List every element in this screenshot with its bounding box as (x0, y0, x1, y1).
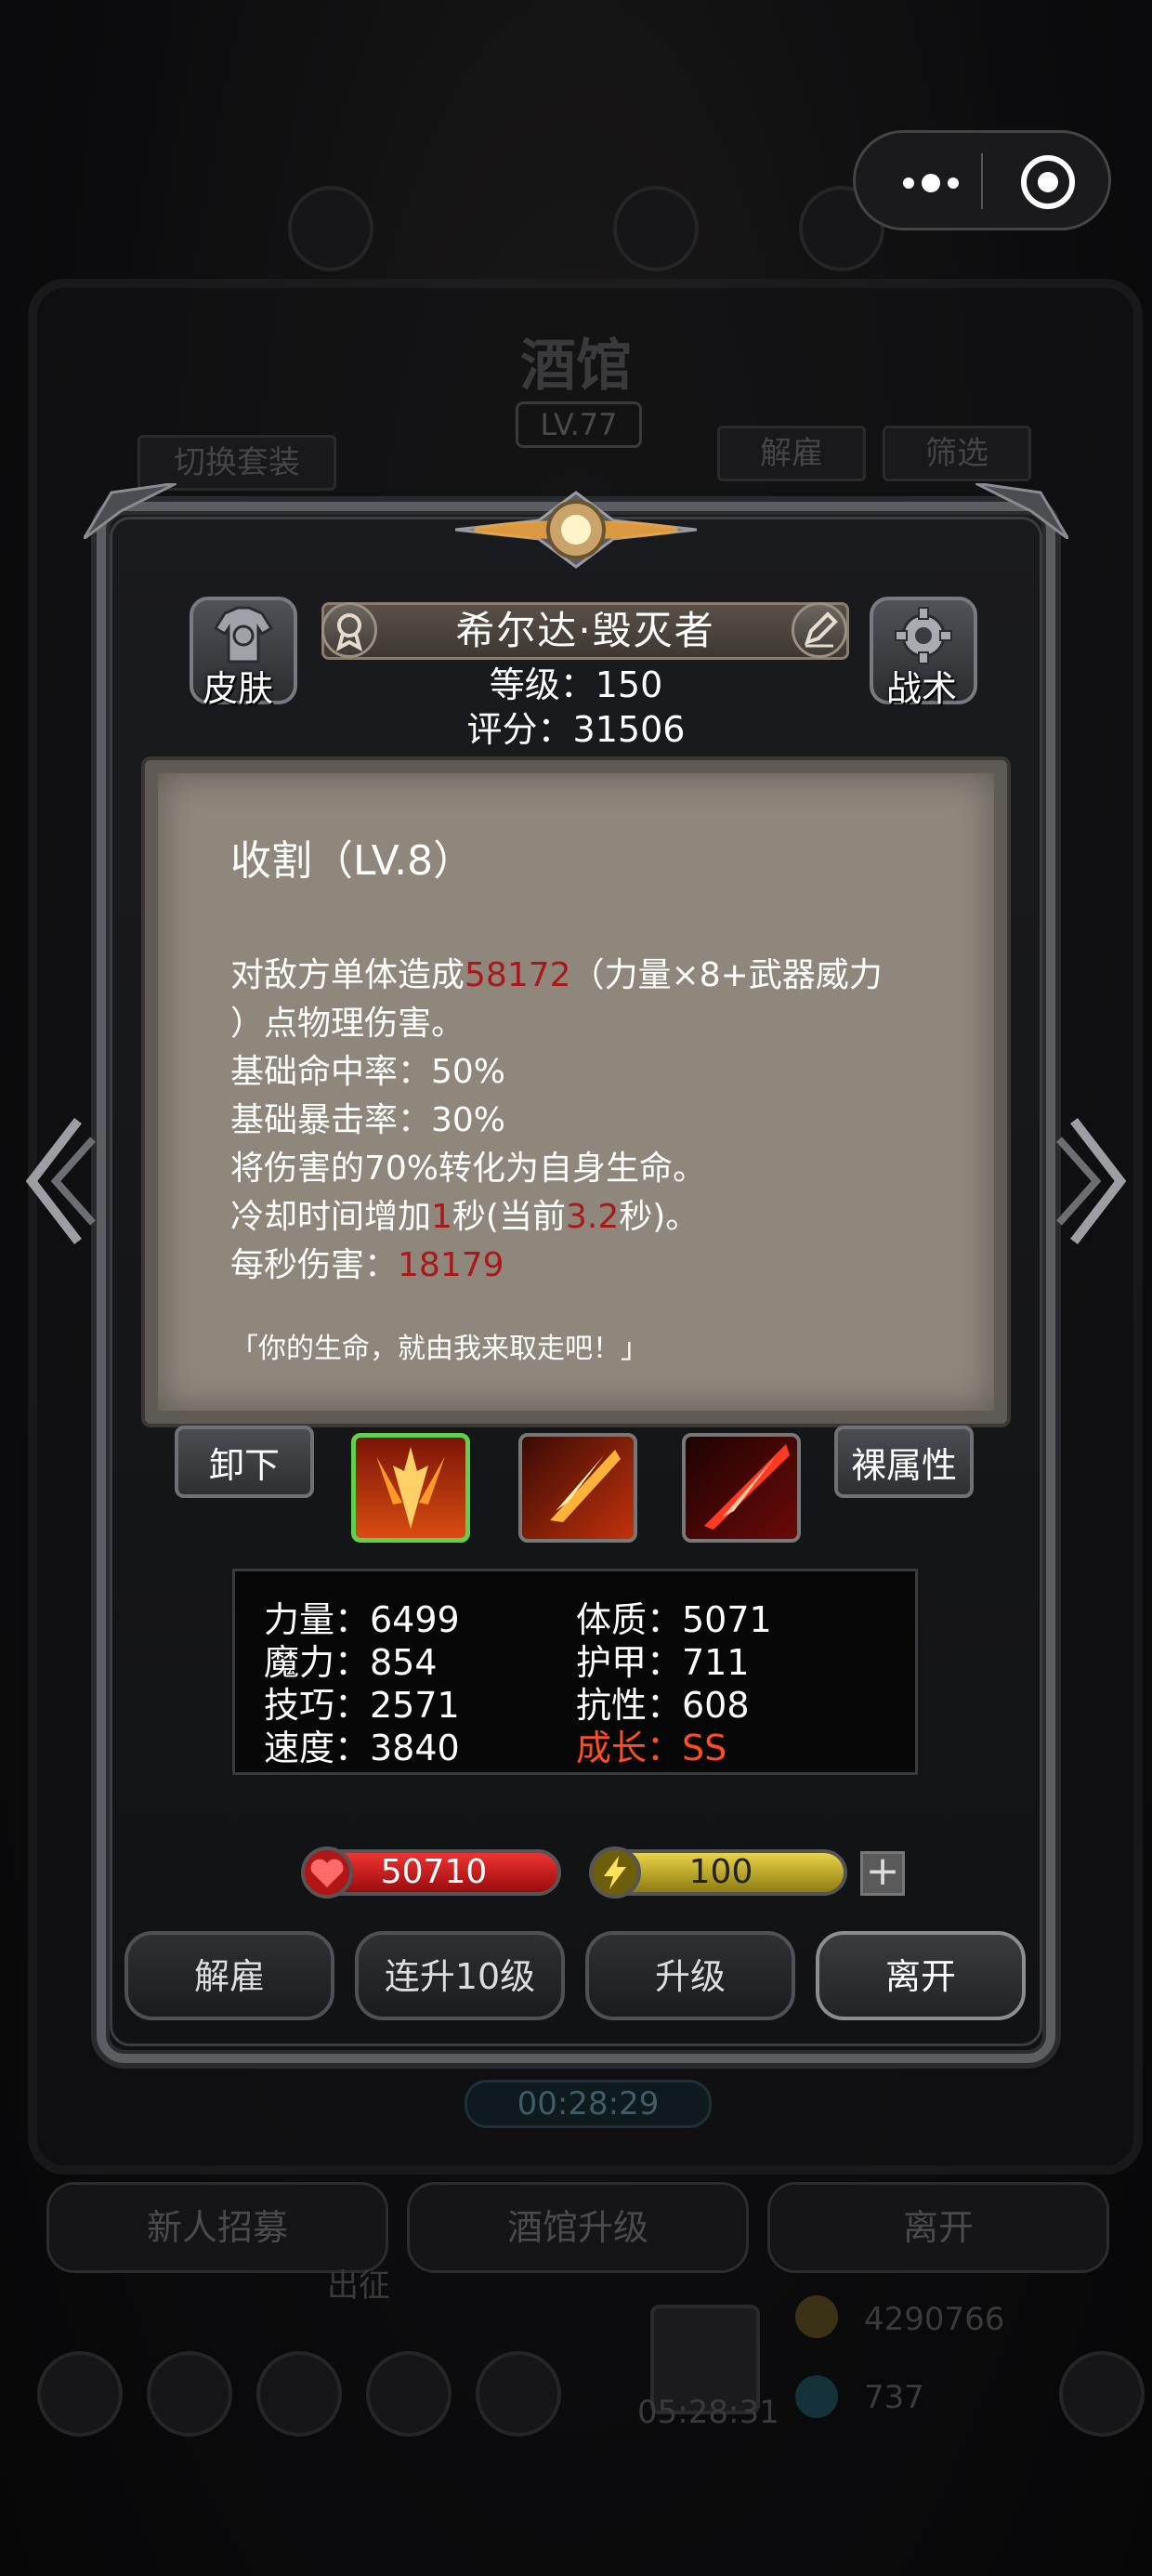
capsule-divider (981, 153, 983, 209)
blood-slash-glyph (704, 1444, 790, 1530)
text-segment: 秒)。 (619, 1198, 700, 1236)
gem-amount: 737 (864, 2379, 924, 2416)
level-up-10-button[interactable]: 连升10级 (355, 1931, 565, 2020)
bg-filter-button[interactable]: 筛选 (883, 426, 1031, 481)
text-segment: 每秒伤害： (230, 1246, 399, 1284)
next-hero-arrow-icon[interactable] (1055, 1102, 1139, 1260)
nav-icon[interactable] (256, 2351, 342, 2437)
tooltip-cooldown: 冷却时间增加1秒(当前3.2秒)。 (230, 1189, 699, 1238)
cooldown-current: 3.2 (565, 1198, 620, 1236)
hero-name: 希尔达·毁灭者 (455, 608, 715, 653)
tactics-button[interactable]: 战术 (870, 597, 977, 709)
tooltip-title: 收割（LV.8） (230, 837, 475, 885)
tactics-label: 战术 (886, 668, 958, 709)
more-dots-icon[interactable] (889, 161, 973, 205)
dismiss-button[interactable]: 解雇 (124, 1931, 334, 2020)
bg-portrait-icon (613, 186, 699, 271)
text-segment: （力量×8+武器威力 (570, 956, 883, 994)
pencil-glyph (804, 611, 838, 648)
lightning-icon (589, 1847, 641, 1899)
bg-dismiss-button[interactable]: 解雇 (717, 426, 866, 481)
capsule-menu (853, 130, 1111, 230)
tavern-title: 酒馆 (520, 334, 632, 399)
dps-value: 18179 (398, 1246, 504, 1284)
tooltip-damage-line: 对敌方单体造成58172（力量×8+武器威力 (230, 948, 883, 996)
nav-icon[interactable] (476, 2351, 561, 2437)
harvest-glyph (376, 1447, 445, 1529)
prev-hero-arrow-icon[interactable] (13, 1102, 97, 1260)
tooltip-damage-line-2: ）点物理伤害。 (230, 1005, 465, 1043)
text-segment: 冷却时间增加 (230, 1198, 432, 1236)
text-segment: 对敌方单体造成 (230, 956, 465, 994)
add-energy-button[interactable]: + (860, 1851, 905, 1896)
text-segment: 秒(当前 (452, 1198, 566, 1236)
level-up-button[interactable]: 升级 (585, 1931, 795, 2020)
expedition-label: 出征 (327, 2267, 390, 2305)
edit-name-icon[interactable] (792, 602, 847, 658)
lightning-glyph (604, 1856, 626, 1889)
tooltip-quote: 「你的生命，就由我来取走吧！」 (230, 1333, 648, 1365)
gem-icon (795, 2375, 838, 2418)
tavern-level: LV.77 (516, 401, 642, 448)
panel-emblem-icon (455, 491, 697, 569)
bg-portrait-icon (288, 186, 373, 271)
tooltip-crit-rate: 基础暴击率：30% (230, 1101, 506, 1139)
skin-label: 皮肤 (203, 668, 274, 709)
bg-timer-2: 05:28:31 (637, 2394, 779, 2431)
stat-growth: 成长：SS (576, 1728, 727, 1768)
damage-value: 58172 (465, 956, 571, 994)
tooltip-lifesteal: 将伤害的70%转化为自身生命。 (230, 1150, 707, 1188)
target-close-icon[interactable] (1021, 155, 1075, 209)
nav-icon[interactable] (366, 2351, 452, 2437)
cooldown-value: 1 (431, 1198, 452, 1236)
skin-button[interactable]: 皮肤 (190, 597, 297, 709)
switch-outfit-button[interactable]: 切换套装 (137, 435, 336, 491)
nav-icon[interactable] (147, 2351, 232, 2437)
blood-slash-skill-icon[interactable] (682, 1433, 801, 1543)
upgrade-tavern-button[interactable]: 酒馆升级 (407, 2182, 749, 2273)
hero-score: 评分：31506 (466, 709, 686, 750)
gold-coin-icon (795, 2295, 838, 2338)
unequip-button[interactable]: 卸下 (175, 1426, 314, 1498)
nav-icon[interactable] (37, 2351, 123, 2437)
corner-ornament-icon (975, 483, 1068, 539)
bg-leave-button[interactable]: 离开 (767, 2182, 1109, 2273)
gold-amount: 4290766 (864, 2301, 1005, 2338)
tooltip-dps: 每秒伤害：18179 (230, 1238, 504, 1286)
heart-icon (301, 1847, 353, 1899)
hero-level: 等级：150 (489, 664, 663, 705)
nav-icon[interactable] (1059, 2351, 1145, 2437)
stat-speed: 速度：3840 (264, 1728, 460, 1768)
fire-slash-glyph (550, 1450, 621, 1522)
tooltip-hit-rate: 基础命中率：50% (230, 1053, 506, 1091)
leave-button[interactable]: 离开 (816, 1931, 1026, 2020)
naked-stats-button[interactable]: 裸属性 (834, 1426, 974, 1498)
bg-timer: 00:28:29 (465, 2080, 712, 2128)
heart-glyph (310, 1859, 344, 1887)
harvest-skill-icon[interactable] (351, 1433, 470, 1543)
fire-slash-skill-icon[interactable] (518, 1433, 637, 1543)
corner-ornament-icon (84, 483, 177, 539)
